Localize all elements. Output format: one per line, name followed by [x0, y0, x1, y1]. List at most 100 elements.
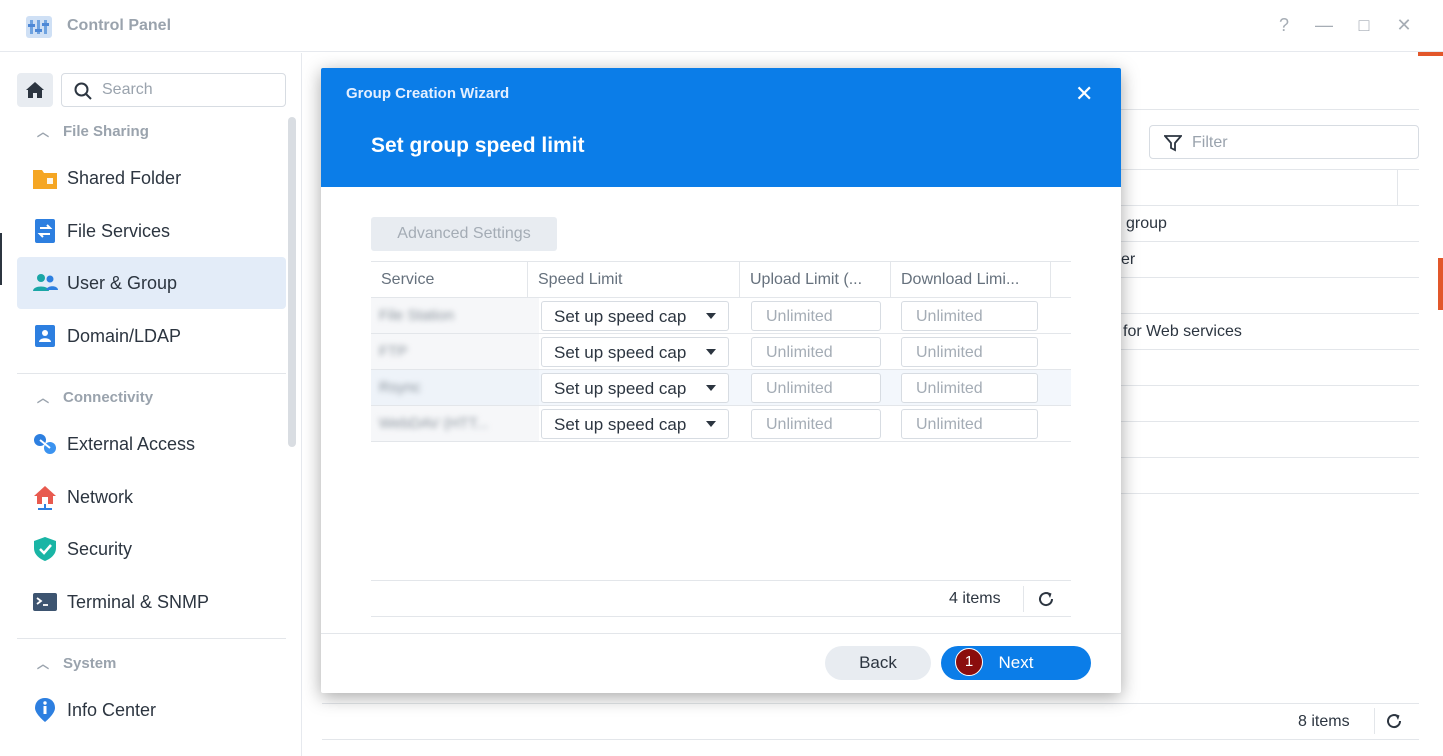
help-icon[interactable]: ? [1273, 14, 1295, 36]
bg-table-line [1121, 385, 1419, 386]
dialog-header: Group Creation Wizard ✕ Set group speed … [321, 68, 1121, 187]
chevron-up-icon: ︿ [37, 657, 50, 671]
upload-limit-field[interactable]: Unlimited [751, 337, 881, 367]
table-row[interactable]: File Station Set up speed cap Unlimited … [371, 298, 1071, 334]
table-row[interactable]: WebDAV (HTT... Set up speed cap Unlimite… [371, 406, 1071, 442]
refresh-icon[interactable] [1037, 590, 1055, 608]
bg-table-line [1121, 313, 1419, 314]
sidebar-item-security[interactable]: Security [17, 523, 286, 575]
close-icon[interactable]: ✕ [1075, 81, 1093, 107]
edge-mark [0, 233, 2, 285]
upload-limit-field[interactable]: Unlimited [751, 301, 881, 331]
shield-icon [34, 537, 56, 561]
speed-limit-select[interactable]: Set up speed cap [541, 301, 729, 331]
maximize-icon[interactable]: □ [1353, 14, 1375, 36]
column-upload-limit[interactable]: Upload Limit (... [750, 271, 888, 289]
control-panel-icon [26, 16, 52, 38]
advanced-settings-button[interactable]: Advanced Settings [371, 217, 557, 251]
section-system[interactable]: ︿ System [37, 655, 116, 672]
sidebar-item-terminal-snmp[interactable]: Terminal & SNMP [17, 576, 286, 628]
column-speed-limit[interactable]: Speed Limit [538, 271, 728, 289]
back-button[interactable]: Back [825, 646, 931, 680]
bg-row-text: er [1121, 251, 1136, 268]
sidebar-item-info-center[interactable]: Info Center [17, 684, 286, 736]
column-separator [527, 262, 528, 298]
home-icon [26, 82, 44, 98]
column-separator [890, 262, 891, 298]
sidebar-item-network[interactable]: Network [17, 471, 286, 523]
window-title: Control Panel [67, 17, 172, 34]
column-download-limit[interactable]: Download Limi... [901, 271, 1039, 289]
chevron-up-icon: ︿ [37, 391, 50, 405]
title-bar: Control Panel ? — □ ✕ [0, 0, 1443, 52]
bg-table-line [1121, 421, 1419, 422]
external-access-icon [34, 434, 56, 454]
bg-footer-line [322, 739, 1419, 740]
column-separator [1050, 262, 1051, 298]
speed-limit-select[interactable]: Set up speed cap [541, 409, 729, 439]
refresh-icon[interactable] [1385, 712, 1403, 730]
table-row[interactable]: FTP Set up speed cap Unlimited Unlimited [371, 334, 1071, 370]
upload-limit-field[interactable]: Unlimited [751, 373, 881, 403]
download-limit-field[interactable]: Unlimited [901, 409, 1038, 439]
domain-icon [35, 325, 55, 347]
sidebar-divider [17, 638, 286, 639]
accent-mark [1438, 258, 1443, 310]
file-services-icon [35, 219, 55, 243]
bg-table-line [1121, 205, 1419, 206]
speed-limit-select[interactable]: Set up speed cap [541, 373, 729, 403]
folder-icon [33, 170, 57, 189]
service-name: WebDAV (HTT... [379, 415, 489, 432]
filter-box[interactable]: Filter [1149, 125, 1419, 159]
item-count: 4 items [949, 590, 1001, 607]
section-connectivity[interactable]: ︿ Connectivity [37, 389, 153, 406]
bg-footer-sep [1374, 708, 1375, 734]
bg-table-line [1121, 349, 1419, 350]
caret-down-icon [706, 349, 716, 355]
bg-table-line [1121, 493, 1419, 494]
caret-down-icon [706, 313, 716, 319]
sidebar-item-file-services[interactable]: File Services [17, 205, 286, 257]
sidebar-divider [17, 373, 286, 374]
chevron-up-icon: ︿ [37, 125, 50, 139]
filter-icon [1164, 135, 1182, 152]
close-window-icon[interactable]: ✕ [1393, 14, 1415, 36]
bg-table-line [1397, 169, 1398, 205]
column-separator [739, 262, 740, 298]
caret-down-icon [706, 385, 716, 391]
search-icon [74, 82, 92, 100]
step-number-badge: 1 [955, 648, 983, 676]
bg-table-line [1121, 241, 1419, 242]
search-input[interactable] [102, 80, 272, 100]
bg-row-text: for Web services [1123, 323, 1242, 340]
sidebar-item-user-group[interactable]: User & Group [17, 257, 286, 309]
tab-underline [1121, 109, 1419, 110]
sidebar-item-shared-folder[interactable]: Shared Folder [17, 152, 286, 204]
dialog-footer: Back Next 1 [321, 633, 1121, 693]
upload-limit-field[interactable]: Unlimited [751, 409, 881, 439]
sidebar: ︿File Sharing Shared Folder File Service… [0, 53, 302, 756]
search-box[interactable] [61, 73, 286, 107]
info-icon [35, 698, 55, 722]
download-limit-field[interactable]: Unlimited [901, 301, 1038, 331]
footer-separator [1023, 586, 1024, 612]
dialog-title: Group Creation Wizard [346, 85, 510, 102]
terminal-icon [33, 593, 57, 611]
bg-item-count: 8 items [1298, 713, 1350, 730]
column-service[interactable]: Service [381, 271, 521, 289]
service-name: File Station [379, 307, 455, 324]
home-button[interactable] [17, 73, 53, 107]
download-limit-field[interactable]: Unlimited [901, 337, 1038, 367]
minimize-icon[interactable]: — [1313, 14, 1335, 36]
speed-limit-select[interactable]: Set up speed cap [541, 337, 729, 367]
service-name: FTP [379, 343, 408, 360]
sidebar-item-external-access[interactable]: External Access [17, 418, 286, 470]
download-limit-field[interactable]: Unlimited [901, 373, 1038, 403]
service-name: Rsync [379, 379, 421, 396]
table-row[interactable]: Rsync Set up speed cap Unlimited Unlimit… [371, 370, 1071, 406]
filter-placeholder: Filter [1192, 134, 1228, 151]
section-file-sharing[interactable]: ︿ File Sharing [37, 123, 149, 140]
sidebar-scrollbar[interactable] [288, 117, 296, 447]
bg-table-line [1121, 277, 1419, 278]
sidebar-item-domain-ldap[interactable]: Domain/LDAP [17, 310, 286, 362]
